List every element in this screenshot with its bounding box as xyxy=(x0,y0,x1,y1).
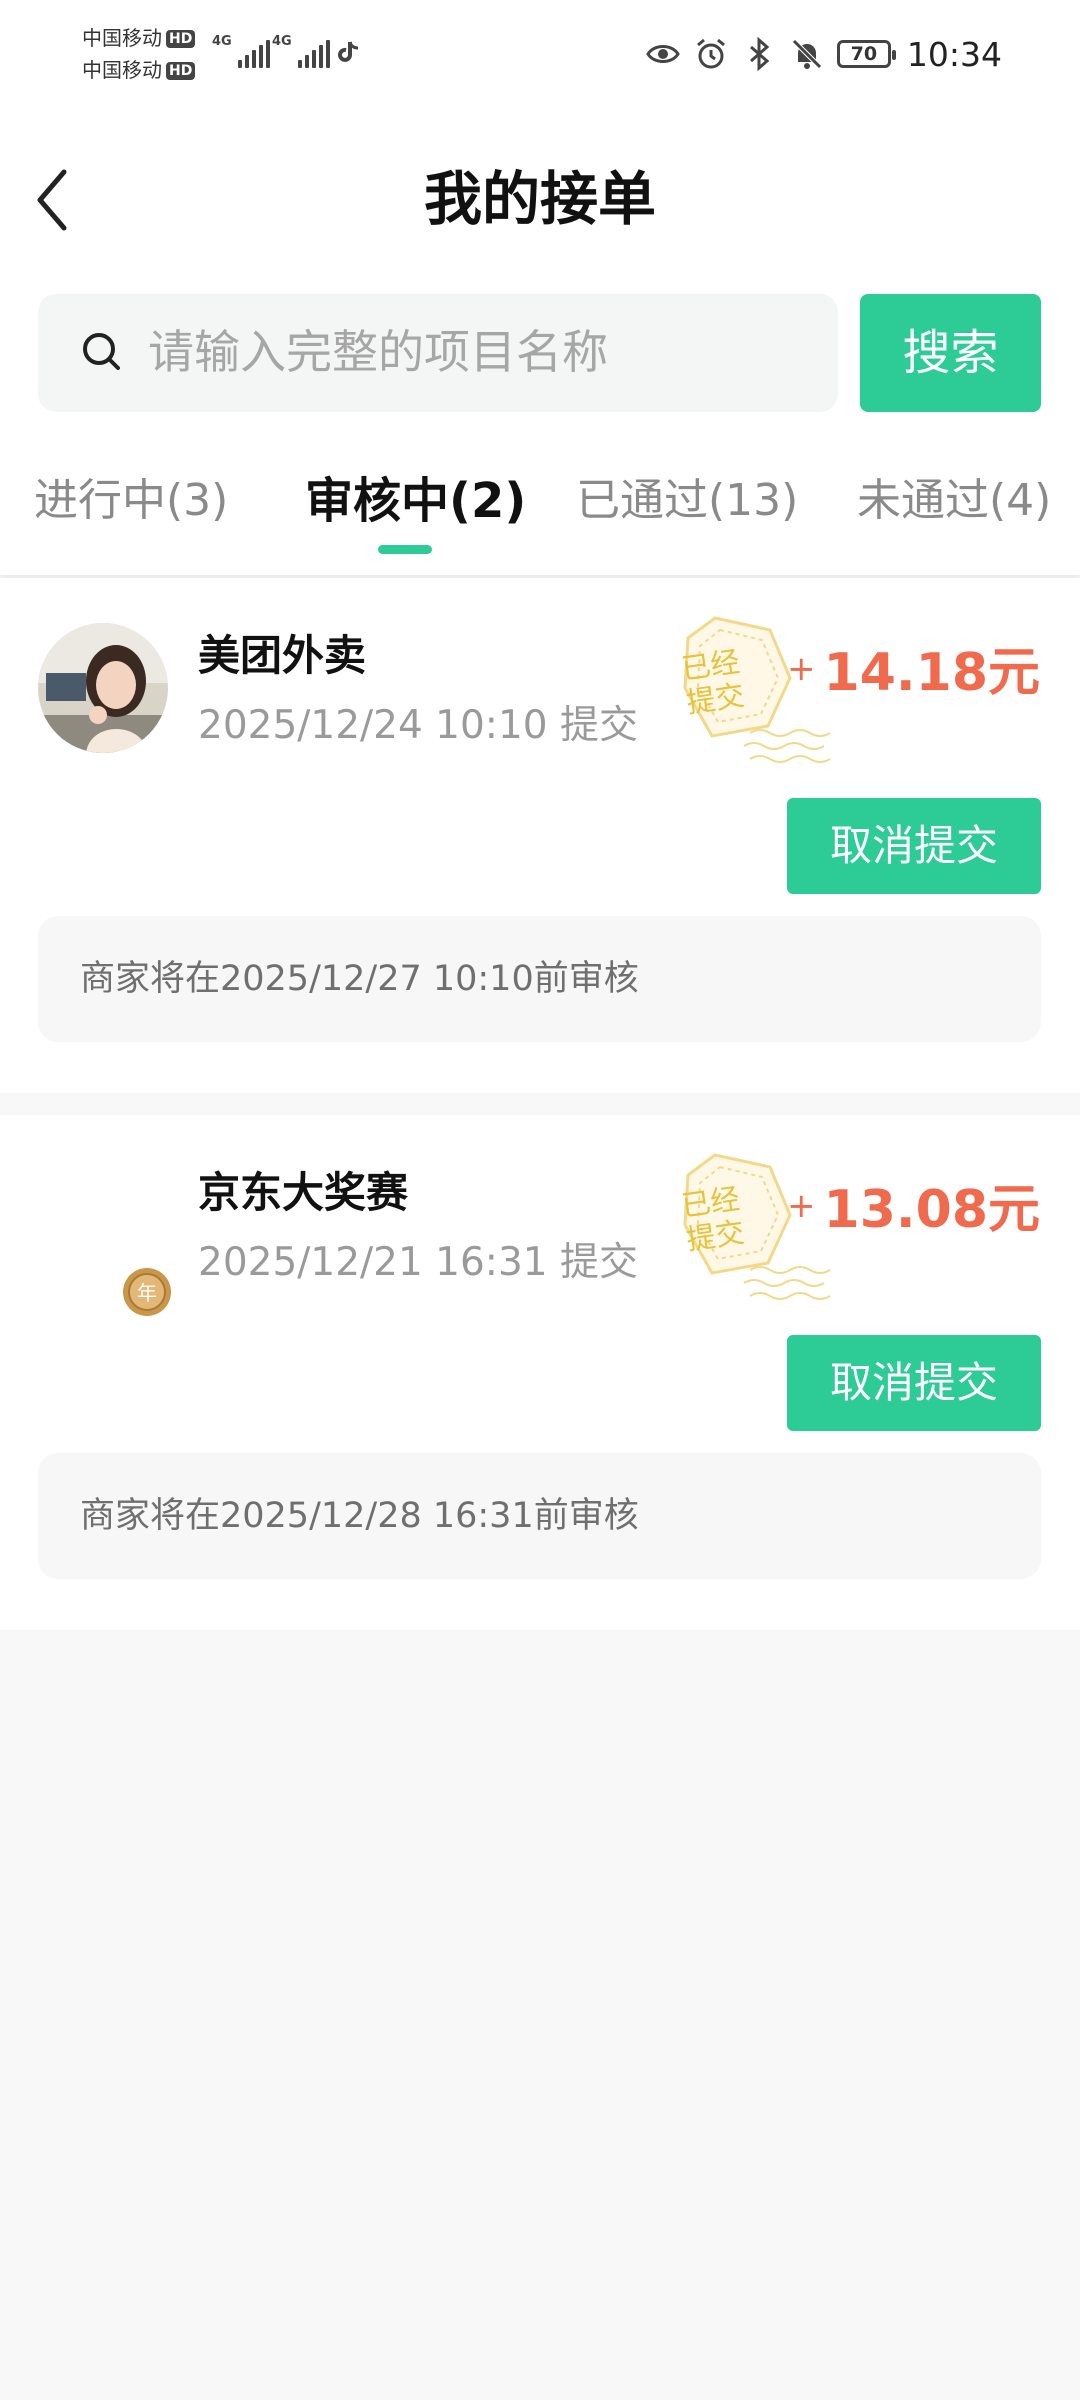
reward-amount: +13.08元 xyxy=(787,1167,1040,1242)
tiktok-icon xyxy=(338,41,359,62)
clock: 10:34 xyxy=(906,34,1002,74)
mute-bell-icon xyxy=(792,39,822,69)
reward-plus: + xyxy=(787,1186,816,1226)
cancel-submit-button[interactable]: 取消提交 xyxy=(787,1335,1041,1431)
tab-approved[interactable]: 已通过(13) xyxy=(576,471,798,531)
reward-amount: +14.18元 xyxy=(787,630,1040,705)
svg-text:年: 年 xyxy=(137,1281,157,1305)
submit-time: 2025/12/21 16:31 提交 xyxy=(198,1240,638,1285)
signal-2-icon: 4G xyxy=(272,34,330,68)
alarm-icon xyxy=(696,38,725,69)
tab-rejected[interactable]: 未通过(4) xyxy=(857,471,1051,531)
search-button[interactable]: 搜索 xyxy=(860,294,1041,412)
hd-badge: HD xyxy=(166,30,196,48)
screen: 中国移动 HD 中国移动 HD 4G 4G 70 10:34 我的接单 请输入完… xyxy=(0,0,1080,2400)
eye-icon xyxy=(646,45,680,63)
stamp-text: 已经提交 xyxy=(679,644,747,720)
search-bar: 请输入完整的项目名称 搜索 xyxy=(0,285,1080,425)
tab-under-review[interactable]: 审核中(2) xyxy=(305,471,526,531)
cancel-submit-button[interactable]: 取消提交 xyxy=(787,798,1041,894)
search-icon xyxy=(83,333,120,370)
order-card[interactable]: 年 京东大奖赛 2025/12/21 16:31 提交 已经提交 +13.08元… xyxy=(0,1115,1080,1630)
status-tabs: 进行中(3) 审核中(2) 已通过(13) 未通过(4) xyxy=(0,425,1080,575)
review-notice: 商家将在2025/12/27 10:10前审核 xyxy=(38,916,1041,1042)
network-2-label: 4G xyxy=(272,34,292,49)
page-title: 我的接单 xyxy=(423,165,656,233)
submit-time: 2025/12/24 10:10 提交 xyxy=(198,703,638,748)
carrier-2-label: 中国移动 xyxy=(82,58,162,82)
bluetooth-icon xyxy=(749,36,770,72)
network-1-label: 4G xyxy=(212,34,232,49)
signal-1-icon: 4G xyxy=(212,34,270,68)
project-name: 京东大奖赛 xyxy=(198,1168,409,1217)
tab-in-progress[interactable]: 进行中(3) xyxy=(34,471,228,531)
reward-value: 14.18元 xyxy=(823,643,1040,703)
order-card[interactable]: 美团外卖 2025/12/24 10:10 提交 已经提交 +14.18元 取消… xyxy=(0,578,1080,1093)
carrier-1-label: 中国移动 xyxy=(82,26,162,50)
stamp-text: 已经提交 xyxy=(679,1181,747,1257)
project-name: 美团外卖 xyxy=(198,631,367,680)
battery-indicator: 70 xyxy=(836,40,896,68)
status-right: 70 10:34 xyxy=(645,32,1002,76)
search-placeholder: 请输入完整的项目名称 xyxy=(148,325,608,379)
carrier-info: 中国移动 HD 中国移动 HD xyxy=(82,22,196,86)
hd-badge: HD xyxy=(166,62,196,80)
review-notice-text: 商家将在2025/12/28 16:31前审核 xyxy=(80,1496,639,1536)
status-bar: 中国移动 HD 中国移动 HD 4G 4G 70 10:34 xyxy=(0,0,1080,110)
year-medal-icon: 年 xyxy=(123,1268,171,1316)
review-notice: 商家将在2025/12/28 16:31前审核 xyxy=(38,1453,1041,1579)
reward-plus: + xyxy=(787,649,816,689)
avatar xyxy=(38,623,168,753)
active-tab-indicator xyxy=(378,545,432,554)
reward-value: 13.08元 xyxy=(823,1180,1040,1240)
nav-header: 我的接单 xyxy=(0,110,1080,285)
review-notice-text: 商家将在2025/12/27 10:10前审核 xyxy=(80,959,639,999)
search-input[interactable]: 请输入完整的项目名称 xyxy=(38,294,838,412)
